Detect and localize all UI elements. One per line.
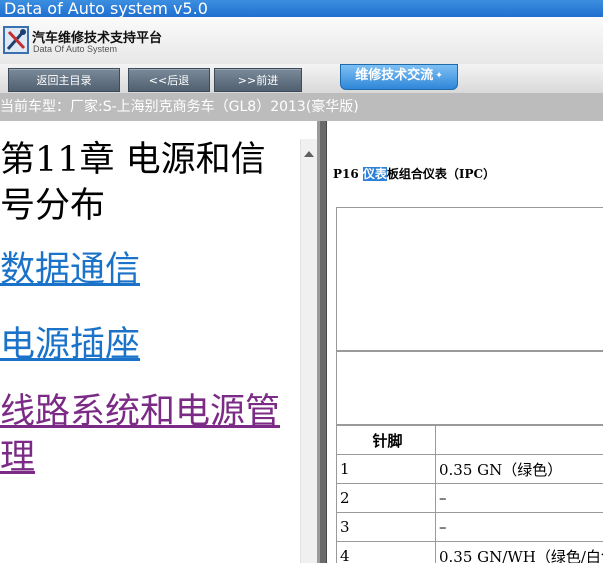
left-scrollbar[interactable] [300, 139, 317, 563]
doc-prefix: P16 [333, 167, 363, 181]
toolbar: 返回主目录 <<后退 >>前进 维修技术交流 ✦ [0, 64, 603, 94]
wire-spec: – [435, 512, 603, 542]
wire-spec: – [435, 483, 603, 513]
pin-number: 3 [336, 512, 436, 542]
pin-number: 2 [336, 483, 436, 513]
wire-spec: 0.35 GN（绿色） [435, 454, 603, 484]
table-row: 1 0.35 GN（绿色） [336, 454, 603, 484]
connector-diagram-box [336, 207, 603, 351]
chapter-title: 第11章 电源和信号分布 [0, 140, 266, 226]
pin-number: 1 [336, 454, 436, 484]
table-header-row: 针脚 [336, 425, 603, 455]
connector-info-box [336, 351, 603, 425]
link-wiring-power-management[interactable]: 线路系统和电源管理 [0, 389, 295, 481]
table-row: 4 0.35 GN/WH（绿色/白色） [336, 541, 603, 563]
scroll-up-arrow-icon[interactable] [304, 151, 314, 157]
current-vehicle-line: 当前车型：厂家:S-上海别克商务车（GL8）2013(豪华版) [0, 94, 603, 121]
forward-button[interactable]: >>前进 [214, 68, 302, 92]
pin-number: 4 [336, 541, 436, 563]
link-data-communication[interactable]: 数据通信 [0, 247, 140, 293]
app-header: 汽车维修技术支持平台 Data Of Auto System [0, 17, 603, 64]
doc-title-rest: 板组合仪表（IPC） [386, 167, 496, 181]
tech-exchange-label: 维修技术交流 [355, 68, 434, 83]
back-button[interactable]: <<后退 [128, 68, 210, 92]
pin-table: 针脚 1 0.35 GN（绿色） 2 – 3 – 4 0.35 GN/WH（绿色… [336, 425, 603, 563]
document-title: P16 仪表板组合仪表（IPC） [333, 165, 495, 182]
highlighted-text: 仪表 [362, 167, 387, 181]
sparkle-icon: ✦ [435, 71, 443, 81]
table-row: 2 – [336, 483, 603, 513]
home-button[interactable]: 返回主目录 [8, 68, 120, 92]
window-title: Data of Auto system v5.0 [0, 0, 603, 17]
pane-splitter[interactable] [317, 121, 327, 563]
tech-exchange-tab[interactable]: 维修技术交流 ✦ [340, 64, 458, 90]
link-power-outlets[interactable]: 电源插座 [0, 322, 140, 368]
wire-column-header [435, 425, 603, 455]
wire-spec: 0.35 GN/WH（绿色/白色） [435, 541, 603, 563]
pin-column-header: 针脚 [336, 425, 436, 455]
chapter-nav-pane: 第11章 电源和信号分布 数据通信 电源插座 线路系统和电源管理 [0, 121, 300, 563]
table-row: 3 – [336, 512, 603, 542]
wrench-logo-icon [3, 26, 29, 54]
document-pane: P16 仪表板组合仪表（IPC） 针脚 1 0.35 GN（绿色） 2 – 3 … [327, 121, 603, 563]
brand-subtitle: Data Of Auto System [33, 44, 118, 54]
